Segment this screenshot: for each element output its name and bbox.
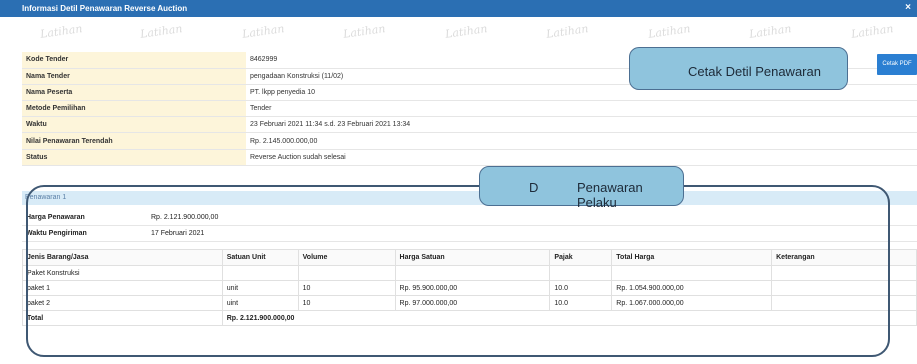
column-header: Keterangan	[771, 249, 917, 266]
meta-label: Waktu Pengiriman	[22, 225, 147, 242]
column-header: Harga Satuan	[394, 249, 551, 266]
info-value: Reverse Auction sudah selesai	[246, 149, 917, 166]
info-value: Rp. 2.145.000.000,00	[246, 132, 917, 150]
modal-title: Informasi Detil Penawaran Reverse Auctio…	[22, 4, 188, 13]
meta-row-harga: Harga Penawaran Rp. 2.121.900.000,00	[22, 210, 917, 226]
callout-cetak-detil: Cetak Detil Penawaran	[629, 47, 848, 90]
cell-keterangan	[771, 280, 917, 296]
penawaran-section-header[interactable]: Penawaran 1	[22, 191, 917, 205]
info-value: 23 Februari 2021 11:34 s.d. 23 Februari …	[246, 116, 917, 134]
close-icon[interactable]: ×	[905, 2, 911, 13]
info-row-nilai-terendah: Nilai Penawaran Terendah Rp. 2.145.000.0…	[22, 132, 917, 150]
callout-penawaran-pelaku: D Penawaran Pelaku	[479, 166, 684, 210]
info-label: Nama Tender	[22, 68, 246, 85]
meta-value: 17 Februari 2021	[147, 225, 917, 242]
column-header: Satuan Unit	[221, 249, 299, 266]
info-row-waktu: Waktu 23 Februari 2021 11:34 s.d. 23 Feb…	[22, 116, 917, 134]
cell-pajak: 10.0	[549, 280, 613, 296]
cell-harga-satuan: Rp. 97.000.000,00	[394, 295, 551, 311]
modal-titlebar: Informasi Detil Penawaran Reverse Auctio…	[0, 0, 917, 17]
group-row: Paket Konstruksi	[22, 265, 917, 281]
info-label: Waktu	[22, 116, 246, 134]
cell-jenis: paket 2	[22, 295, 223, 311]
info-value: Tender	[246, 100, 917, 118]
callout-text: Cetak Detil Penawaran	[688, 64, 821, 79]
watermark: Latihan	[748, 22, 793, 41]
callout-text-d: D	[529, 180, 539, 195]
info-label: Metode Pemilihan	[22, 100, 246, 118]
watermark-row: Latihan Latihan Latihan Latihan Latihan …	[0, 17, 917, 45]
penawaran-meta-table: Harga Penawaran Rp. 2.121.900.000,00 Wak…	[22, 210, 917, 242]
watermark: Latihan	[342, 22, 387, 41]
cell-pajak: 10.0	[549, 295, 613, 311]
watermark: Latihan	[647, 22, 692, 41]
table-header-row: Jenis Barang/Jasa Satuan Unit Volume Har…	[22, 249, 917, 266]
cell-harga-satuan: Rp. 95.900.000,00	[394, 280, 551, 296]
watermark: Latihan	[545, 22, 590, 41]
column-header: Total Harga	[611, 249, 773, 266]
table-row: paket 1 unit 10 Rp. 95.900.000,00 10.0 R…	[22, 280, 917, 296]
total-value: Rp. 2.121.900.000,00	[221, 310, 917, 326]
cell-total-harga: Rp. 1.054.900.000,00	[611, 280, 773, 296]
info-label: Kode Tender	[22, 52, 246, 69]
watermark: Latihan	[139, 22, 184, 41]
meta-row-waktu: Waktu Pengiriman 17 Februari 2021	[22, 225, 917, 242]
cell-volume: 10	[297, 280, 396, 296]
cell-volume: 10	[297, 295, 396, 311]
total-label: Total	[22, 310, 223, 326]
watermark: Latihan	[39, 22, 84, 41]
column-header: Jenis Barang/Jasa	[22, 249, 223, 266]
callout-text: Penawaran Pelaku	[577, 180, 643, 210]
info-label: Nama Peserta	[22, 84, 246, 102]
column-header: Pajak	[549, 249, 613, 266]
column-header: Volume	[297, 249, 396, 266]
info-label: Status	[22, 149, 246, 166]
group-label: Paket Konstruksi	[22, 265, 223, 281]
cell-satuan: uint	[221, 295, 299, 311]
cetak-pdf-button[interactable]: Cetak PDF	[877, 54, 917, 75]
watermark: Latihan	[850, 22, 895, 41]
watermark: Latihan	[444, 22, 489, 41]
info-label: Nilai Penawaran Terendah	[22, 132, 246, 150]
info-row-status: Status Reverse Auction sudah selesai	[22, 149, 917, 166]
meta-label: Harga Penawaran	[22, 210, 147, 226]
watermark: Latihan	[241, 22, 286, 41]
info-row-metode: Metode Pemilihan Tender	[22, 100, 917, 118]
penawaran-items-table: Jenis Barang/Jasa Satuan Unit Volume Har…	[22, 249, 917, 326]
cell-jenis: paket 1	[22, 280, 223, 296]
meta-value: Rp. 2.121.900.000,00	[147, 210, 917, 226]
cell-keterangan	[771, 295, 917, 311]
cell-total-harga: Rp. 1.067.000.000,00	[611, 295, 773, 311]
table-row: paket 2 uint 10 Rp. 97.000.000,00 10.0 R…	[22, 295, 917, 311]
total-row: Total Rp. 2.121.900.000,00	[22, 310, 917, 326]
cell-satuan: unit	[221, 280, 299, 296]
